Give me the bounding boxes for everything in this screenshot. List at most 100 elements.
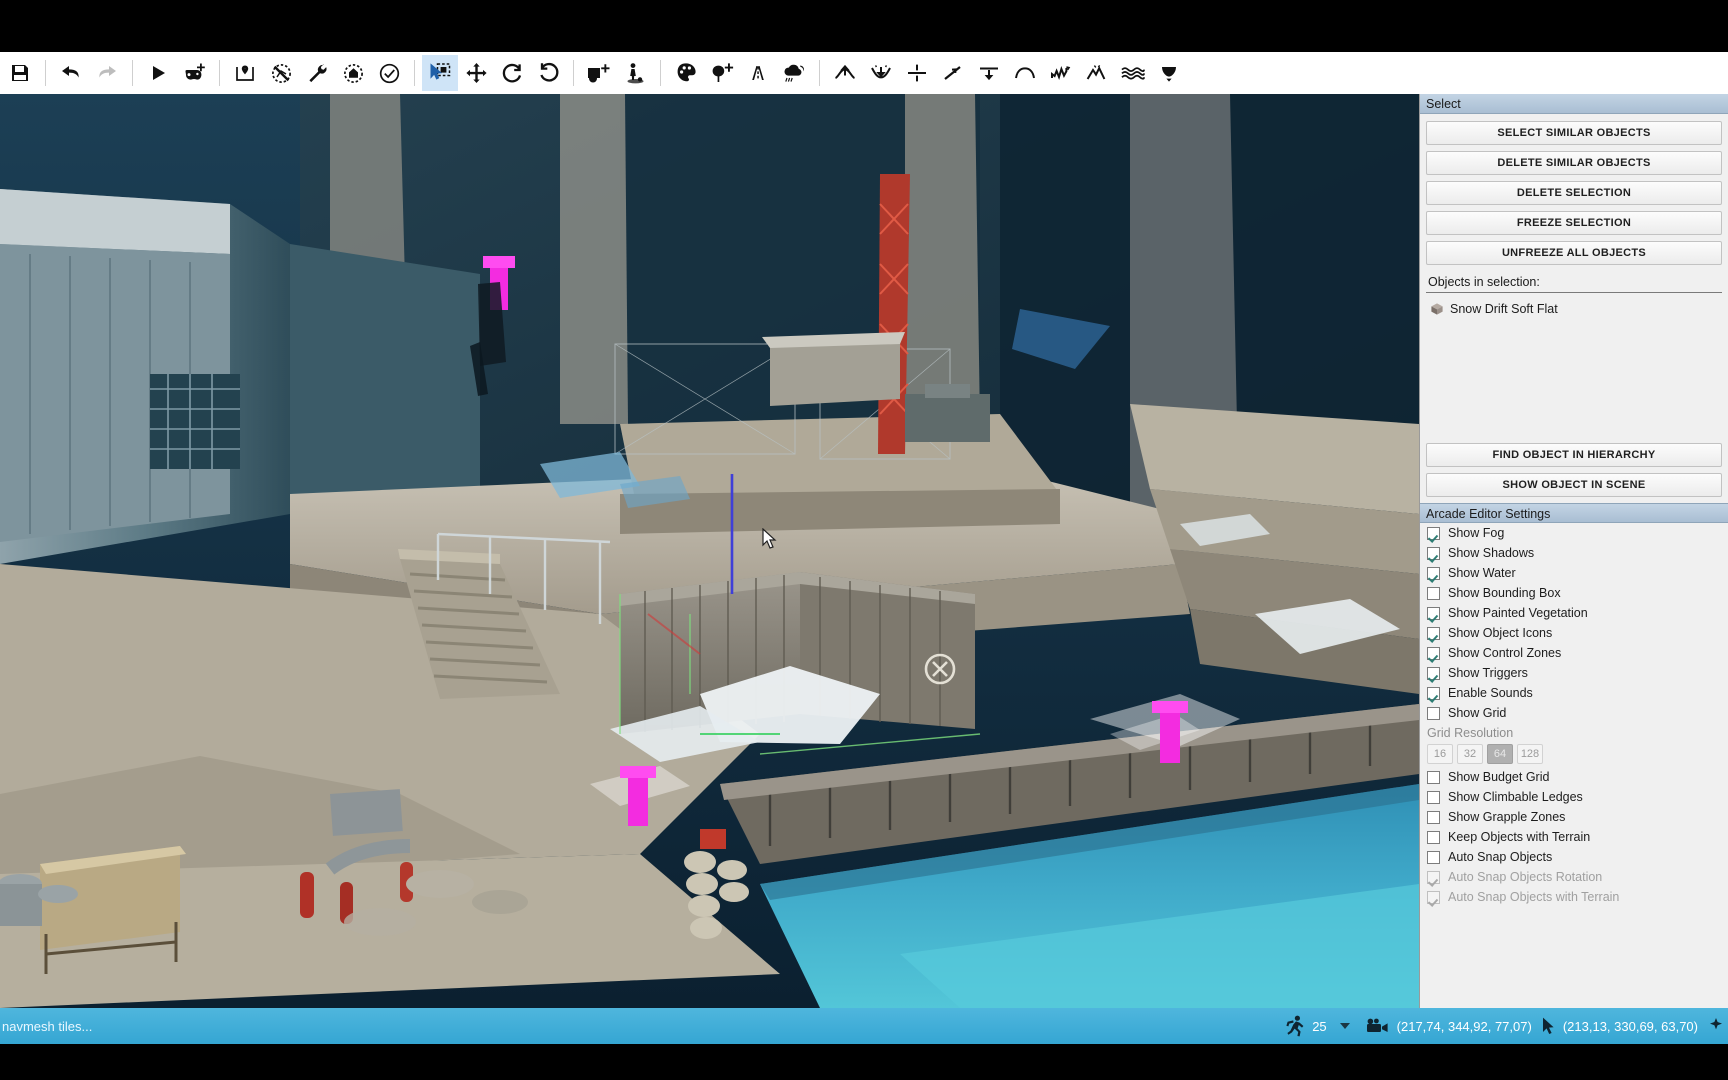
weather-icon[interactable] xyxy=(776,55,812,91)
mouse-cursor-icon xyxy=(1542,1017,1554,1034)
setting-show-water[interactable]: Show Water xyxy=(1420,563,1728,583)
setting-show-control-zones[interactable]: Show Control Zones xyxy=(1420,643,1728,663)
select-panel-header: Select xyxy=(1420,94,1728,114)
no-navmesh-icon[interactable] xyxy=(263,55,299,91)
setting-auto-snap-objects-with-terrain: Auto Snap Objects with Terrain xyxy=(1420,887,1728,907)
setting-show-grid[interactable]: Show Grid xyxy=(1420,703,1728,723)
checkbox[interactable] xyxy=(1427,566,1440,580)
place-character-icon[interactable] xyxy=(617,55,653,91)
setting-label: Auto Snap Objects with Terrain xyxy=(1448,890,1620,904)
place-object-icon[interactable] xyxy=(581,55,617,91)
home-target-icon[interactable] xyxy=(335,55,371,91)
grid-resolution-group[interactable]: 16 32 64 128 xyxy=(1420,744,1728,764)
road-icon[interactable] xyxy=(740,55,776,91)
select-tool-icon[interactable] xyxy=(422,55,458,91)
add-gamepad-icon[interactable] xyxy=(176,55,212,91)
delete-selection-button[interactable]: DELETE SELECTION xyxy=(1426,181,1722,205)
checkbox xyxy=(1427,890,1440,904)
add-vegetation-icon[interactable] xyxy=(704,55,740,91)
terrain-raise-icon[interactable] xyxy=(827,55,863,91)
wrench-icon[interactable] xyxy=(299,55,335,91)
checkbox[interactable] xyxy=(1427,830,1440,844)
toolbar-separator xyxy=(45,60,46,86)
find-object-in-hierarchy-button[interactable]: FIND OBJECT IN HIERARCHY xyxy=(1426,443,1722,467)
terrain-noise-icon[interactable] xyxy=(1043,55,1079,91)
objects-in-selection-list[interactable]: Snow Drift Soft Flat xyxy=(1426,297,1722,443)
checkbox[interactable] xyxy=(1427,626,1440,640)
freeze-selection-button[interactable]: FREEZE SELECTION xyxy=(1426,211,1722,235)
checkbox[interactable] xyxy=(1427,606,1440,620)
grid-resolution-label: Grid Resolution xyxy=(1427,726,1514,740)
objects-in-selection-label: Objects in selection: xyxy=(1426,271,1722,293)
unfreeze-all-objects-button[interactable]: UNFREEZE ALL OBJECTS xyxy=(1426,241,1722,265)
setting-enable-sounds[interactable]: Enable Sounds xyxy=(1420,683,1728,703)
checkbox[interactable] xyxy=(1427,850,1440,864)
terrain-smooth-icon[interactable] xyxy=(935,55,971,91)
rotate-snap-tool-icon[interactable] xyxy=(530,55,566,91)
move-tool-icon[interactable] xyxy=(458,55,494,91)
check-circle-icon[interactable] xyxy=(371,55,407,91)
setting-show-bounding-box[interactable]: Show Bounding Box xyxy=(1420,583,1728,603)
checkbox[interactable] xyxy=(1427,586,1440,600)
delete-similar-objects-button[interactable]: DELETE SIMILAR OBJECTS xyxy=(1426,151,1722,175)
setting-show-climbable-ledges[interactable]: Show Climbable Ledges xyxy=(1420,787,1728,807)
cube-icon xyxy=(1431,303,1443,315)
terrain-water-icon[interactable] xyxy=(1115,55,1151,91)
terrain-plateau-icon[interactable] xyxy=(971,55,1007,91)
checkbox[interactable] xyxy=(1427,810,1440,824)
camera-icon xyxy=(1366,1018,1388,1032)
scene-viewport[interactable] xyxy=(0,94,1419,1008)
paint-palette-icon[interactable] xyxy=(668,55,704,91)
list-item[interactable]: Snow Drift Soft Flat xyxy=(1428,299,1720,319)
setting-show-grapple-zones[interactable]: Show Grapple Zones xyxy=(1420,807,1728,827)
main-toolbar xyxy=(0,52,1728,94)
checkbox[interactable] xyxy=(1427,526,1440,540)
grid-resolution-16[interactable]: 16 xyxy=(1427,744,1453,764)
setting-show-object-icons[interactable]: Show Object Icons xyxy=(1420,623,1728,643)
setting-show-fog[interactable]: Show Fog xyxy=(1420,523,1728,543)
toolbar-separator xyxy=(573,60,574,86)
viewport-cursor-icon xyxy=(762,528,777,549)
terrain-flatten-icon[interactable] xyxy=(899,55,935,91)
checkbox[interactable] xyxy=(1427,770,1440,784)
checkbox[interactable] xyxy=(1427,686,1440,700)
gizmo-icon[interactable] xyxy=(1708,1017,1724,1035)
status-bar-right: 25 (217,74, 344,92, 77,07) (213,13, 330,… xyxy=(1285,1015,1728,1037)
setting-label: Show Fog xyxy=(1448,526,1505,540)
setting-keep-objects-with-terrain[interactable]: Keep Objects with Terrain xyxy=(1420,827,1728,847)
checkbox xyxy=(1427,870,1440,884)
checkbox[interactable] xyxy=(1427,546,1440,560)
save-icon[interactable] xyxy=(2,55,38,91)
toolbar-separator xyxy=(414,60,415,86)
settings-list-top: Show Fog Show Shadows Show Water Show Bo… xyxy=(1420,523,1728,723)
checkbox[interactable] xyxy=(1427,706,1440,720)
camera-coordinates: (217,74, 344,92, 77,07) xyxy=(1366,1018,1532,1034)
grid-resolution-128[interactable]: 128 xyxy=(1517,744,1543,764)
setting-show-budget-grid[interactable]: Show Budget Grid xyxy=(1420,767,1728,787)
checkbox[interactable] xyxy=(1427,666,1440,680)
checkbox[interactable] xyxy=(1427,646,1440,660)
settings-list-bottom: Show Budget Grid Show Climbable Ledges S… xyxy=(1420,767,1728,907)
setting-show-shadows[interactable]: Show Shadows xyxy=(1420,543,1728,563)
undo-icon[interactable] xyxy=(53,55,89,91)
checkbox[interactable] xyxy=(1427,790,1440,804)
terrain-erode-icon[interactable] xyxy=(1151,55,1187,91)
spawn-point-icon[interactable] xyxy=(227,55,263,91)
grid-resolution-64[interactable]: 64 xyxy=(1487,744,1513,764)
setting-show-triggers[interactable]: Show Triggers xyxy=(1420,663,1728,683)
select-similar-objects-button[interactable]: SELECT SIMILAR OBJECTS xyxy=(1426,121,1722,145)
rotate-tool-icon[interactable] xyxy=(494,55,530,91)
walk-speed-control[interactable]: 25 xyxy=(1285,1015,1355,1037)
terrain-lower-icon[interactable] xyxy=(863,55,899,91)
play-icon[interactable] xyxy=(140,55,176,91)
redo-icon[interactable] xyxy=(89,55,125,91)
terrain-hill-icon[interactable] xyxy=(1007,55,1043,91)
setting-label: Keep Objects with Terrain xyxy=(1448,830,1591,844)
setting-show-painted-vegetation[interactable]: Show Painted Vegetation xyxy=(1420,603,1728,623)
setting-label: Show Climbable Ledges xyxy=(1448,790,1583,804)
chevron-down-icon[interactable] xyxy=(1339,1023,1350,1029)
grid-resolution-32[interactable]: 32 xyxy=(1457,744,1483,764)
setting-auto-snap-objects[interactable]: Auto Snap Objects xyxy=(1420,847,1728,867)
show-object-in-scene-button[interactable]: SHOW OBJECT IN SCENE xyxy=(1426,473,1722,497)
terrain-ridge-icon[interactable] xyxy=(1079,55,1115,91)
